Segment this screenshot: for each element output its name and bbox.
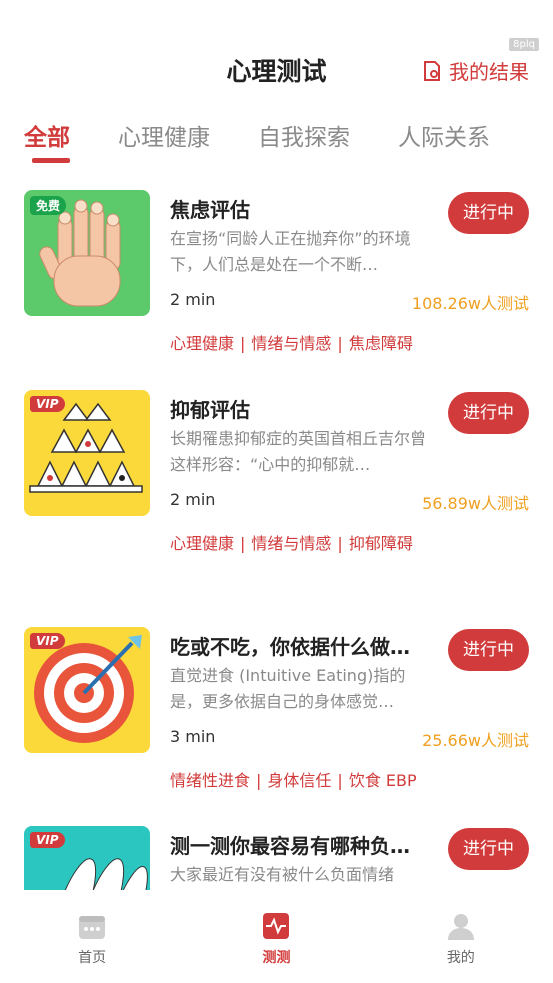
tab-all[interactable]: 全部 xyxy=(24,118,70,166)
tag[interactable]: 心理健康 xyxy=(170,334,234,353)
tab-relationships[interactable]: 人际关系 xyxy=(398,118,490,166)
card-tags: 情绪性进食 | 身体信任 | 饮食 EBP xyxy=(170,771,417,790)
tab-self-exploration[interactable]: 自我探索 xyxy=(258,118,350,166)
tab-mental-health[interactable]: 心理健康 xyxy=(118,118,210,166)
test-card[interactable]: VIP 抑郁评估 长期罹患抑郁症的英国首相丘吉尔曾这样形容：“心中的抑郁就… 2… xyxy=(24,380,529,560)
tag[interactable]: 抑郁障碍 xyxy=(349,534,413,553)
category-tabs: 全部 心理健康 自我探索 人际关系 xyxy=(24,118,538,166)
test-card[interactable]: VIP 吃或不吃，你依据什么做… 直觉进食 (Intuitive Eating)… xyxy=(24,617,529,797)
tag[interactable]: 心理健康 xyxy=(170,534,234,553)
card-house-illustration: VIP xyxy=(24,390,150,516)
feather-illustration: VIP xyxy=(24,826,150,890)
card-description: 长期罹患抑郁症的英国首相丘吉尔曾这样形容：“心中的抑郁就… xyxy=(170,429,427,474)
card-duration: 2 min xyxy=(170,490,216,509)
vip-badge: VIP xyxy=(30,832,65,848)
card-participant-count: 56.89w人测试 xyxy=(422,494,529,513)
test-list: 免费 焦虑评估 在宣扬“同龄人正在抛弃你”的环境下，人们总是处在一个不断… 2 … xyxy=(0,180,553,890)
nav-tests-label: 测测 xyxy=(262,950,291,966)
card-description: 大家最近有没有被什么负面情绪 xyxy=(170,865,395,884)
card-tags: 心理健康 | 情绪与情感 | 焦虑障碍 xyxy=(170,334,413,353)
vip-badge: VIP xyxy=(30,396,65,412)
tag[interactable]: 情绪性进食 xyxy=(170,771,250,790)
tag[interactable]: 情绪与情感 xyxy=(251,534,331,553)
nav-profile[interactable]: 我的 xyxy=(401,893,521,983)
tag[interactable]: 情绪与情感 xyxy=(251,334,331,353)
report-icon xyxy=(424,60,440,81)
card-title: 测一测你最容易有哪种负… xyxy=(170,834,410,858)
nav-profile-label: 我的 xyxy=(446,950,475,966)
card-duration: 3 min xyxy=(170,727,216,746)
in-progress-button[interactable]: 进行中 xyxy=(448,828,529,870)
calendar-icon xyxy=(79,916,106,939)
test-card[interactable]: 免费 焦虑评估 在宣扬“同龄人正在抛弃你”的环境下，人们总是处在一个不断… 2 … xyxy=(24,180,529,360)
corner-tag: 8plq xyxy=(509,38,539,51)
card-tags: 心理健康 | 情绪与情感 | 抑郁障碍 xyxy=(170,534,413,553)
in-progress-button[interactable]: 进行中 xyxy=(448,629,529,671)
tag[interactable]: 焦虑障碍 xyxy=(349,334,413,353)
vip-badge: VIP xyxy=(30,633,65,649)
card-title: 焦虑评估 xyxy=(170,198,250,222)
user-icon xyxy=(447,914,474,940)
in-progress-button[interactable]: 进行中 xyxy=(448,192,529,234)
card-description: 在宣扬“同龄人正在抛弃你”的环境下，人们总是处在一个不断… xyxy=(170,229,411,274)
nav-tests[interactable]: 测测 xyxy=(216,893,336,983)
my-results-link[interactable]: 我的结果 xyxy=(423,56,529,85)
nav-home-label: 首页 xyxy=(78,950,107,966)
tag[interactable]: 身体信任 xyxy=(267,771,331,790)
card-title: 抑郁评估 xyxy=(170,398,250,422)
card-title: 吃或不吃，你依据什么做… xyxy=(170,635,410,659)
in-progress-button[interactable]: 进行中 xyxy=(448,392,529,434)
heartbeat-icon xyxy=(263,913,290,939)
header: 心理测试 8plq 我的结果 xyxy=(0,0,553,110)
card-participant-count: 25.66w人测试 xyxy=(422,731,529,750)
hand-illustration: 免费 xyxy=(24,190,150,316)
free-badge: 免费 xyxy=(30,196,67,215)
test-card[interactable]: VIP 测一测你最容易有哪种负… 大家最近有没有被什么负面情绪 进行中 xyxy=(24,816,529,890)
tag[interactable]: 饮食 EBP xyxy=(349,771,417,790)
my-results-label: 我的结果 xyxy=(449,60,529,84)
bottom-navigation: 首页 测测 我的 xyxy=(0,893,553,983)
nav-home[interactable]: 首页 xyxy=(32,893,152,983)
target-illustration: VIP xyxy=(24,627,150,753)
card-duration: 2 min xyxy=(170,290,216,309)
card-description: 直觉进食 (Intuitive Eating)指的是，更多依据自己的身体感觉… xyxy=(170,666,406,711)
card-participant-count: 108.26w人测试 xyxy=(411,294,529,313)
